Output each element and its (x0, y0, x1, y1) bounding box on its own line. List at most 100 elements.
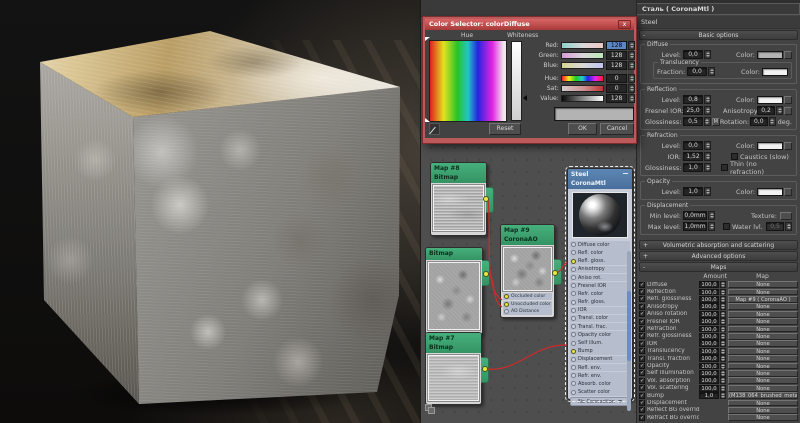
spinner-up-icon[interactable] (721, 312, 725, 314)
channel-gradient-bar[interactable] (561, 42, 605, 49)
map-enable-checkbox[interactable] (639, 370, 645, 376)
input-socket[interactable] (571, 349, 576, 354)
refraction-level-field[interactable]: 0,0 (683, 141, 703, 150)
steel-slot-refl-gloss-[interactable]: Refl. gloss. (570, 257, 630, 265)
spinner-up-icon[interactable] (630, 76, 634, 78)
input-socket[interactable] (571, 381, 576, 386)
node-steel-coronamtl[interactable]: Steel CoronaMtl Diffuse colorRefl. color… (567, 168, 633, 400)
steel-slot-self-illum-[interactable]: Self illum. (570, 339, 630, 347)
glossiness-field[interactable]: 0,5 (683, 117, 703, 126)
spinner-up-icon[interactable] (721, 349, 725, 351)
map-amount-field[interactable]: 100,0 (699, 377, 719, 384)
diffuse-color-swatch[interactable] (757, 51, 783, 59)
map-enable-checkbox[interactable] (639, 296, 645, 302)
channel-value-field[interactable]: 0 (606, 84, 627, 93)
map-slot-button[interactable]: None (728, 333, 798, 340)
node-bitmap2[interactable]: Bitmap (425, 247, 483, 335)
spinner-up-icon[interactable] (630, 63, 634, 65)
reset-button[interactable]: Reset (489, 123, 521, 135)
map-amount-field[interactable]: 100,0 (699, 326, 719, 333)
input-socket[interactable] (571, 267, 576, 272)
map-amount-field[interactable]: 100,0 (699, 363, 719, 370)
spinner-up-icon[interactable] (721, 290, 725, 292)
channel-spinner[interactable] (628, 84, 635, 93)
map-slot-button[interactable]: None (728, 348, 798, 355)
map-amount-spinner[interactable] (720, 296, 726, 303)
map-amount-spinner[interactable] (720, 326, 726, 333)
map-amount-spinner[interactable] (720, 377, 726, 384)
steel-slot-refr-env-[interactable]: Refr. env. (570, 372, 630, 380)
node-map7-preview[interactable] (428, 355, 479, 401)
pan-view-icon[interactable] (425, 404, 436, 414)
map-slot-button[interactable]: None (728, 326, 798, 333)
caustics-checkbox[interactable] (731, 153, 738, 160)
spinner-down-icon[interactable] (630, 89, 634, 91)
whiteness-strip[interactable] (511, 41, 522, 121)
diffuse-level-field[interactable]: 0,0 (683, 50, 703, 59)
spinner-down-icon[interactable] (721, 285, 725, 287)
rollout-basic-options[interactable]: - Basic options (639, 30, 798, 40)
steel-connection-dropdown[interactable]: No Connection (570, 397, 630, 406)
map-enable-checkbox[interactable] (639, 304, 645, 310)
map-enable-checkbox[interactable] (639, 407, 645, 413)
map-enable-checkbox[interactable] (639, 333, 645, 339)
spinner-up-icon[interactable] (630, 53, 634, 55)
map-enable-checkbox[interactable] (639, 356, 645, 362)
opacity-color-map-button[interactable] (784, 188, 792, 196)
map-enable-checkbox[interactable] (639, 400, 645, 406)
rollout-collapse-icon[interactable]: - (643, 31, 645, 40)
input-socket[interactable] (571, 300, 576, 305)
channel-spinner[interactable] (628, 74, 635, 83)
map-enable-checkbox[interactable] (639, 348, 645, 354)
steel-slot-bump[interactable]: Bump (570, 347, 630, 355)
spinner-up-icon[interactable] (721, 319, 725, 321)
map-amount-spinner[interactable] (720, 281, 726, 288)
diffuse-color-map-button[interactable] (784, 51, 792, 59)
map-slot-button[interactable]: None (728, 370, 798, 377)
spinner-down-icon[interactable] (721, 307, 725, 309)
input-socket[interactable] (571, 316, 576, 321)
map-slot-button[interactable]: None (728, 289, 798, 296)
map-enable-checkbox[interactable] (639, 282, 645, 288)
reflection-color-map-button[interactable] (784, 96, 792, 104)
map-enable-checkbox[interactable] (639, 319, 645, 325)
map-enable-checkbox[interactable] (639, 363, 645, 369)
node-map9-header[interactable]: Map #9 CoronaAO (501, 225, 554, 245)
node-steel-header[interactable]: Steel CoronaMtl (568, 169, 632, 189)
spinner-up-icon[interactable] (721, 327, 725, 329)
spinner-up-icon[interactable] (630, 86, 634, 88)
map-slot-button[interactable]: None (728, 400, 798, 407)
node-map7-header[interactable]: Map #7 Bitmap (426, 333, 481, 353)
input-socket[interactable] (571, 250, 576, 255)
spinner-down-icon[interactable] (721, 381, 725, 383)
reflection-level-field[interactable]: 0,8 (683, 95, 703, 104)
channel-spinner[interactable] (628, 61, 635, 70)
anisotropy-spinner[interactable] (776, 106, 783, 115)
thin-checkbox[interactable] (721, 164, 728, 171)
map-amount-spinner[interactable] (720, 333, 726, 340)
spinner-up-icon[interactable] (721, 297, 725, 299)
map-slot-button[interactable]: None (728, 281, 798, 288)
steel-slot-scatter-color[interactable]: Scatter color (570, 388, 630, 396)
water-level-checkbox[interactable] (723, 223, 730, 230)
channel-gradient-bar[interactable] (561, 85, 605, 92)
cancel-button[interactable]: Cancel (600, 123, 634, 135)
steel-slot-displacement[interactable]: Displacement (570, 356, 630, 364)
map-enable-checkbox[interactable] (639, 289, 645, 295)
ao-slot-occluded-color[interactable]: Occluded color (503, 293, 552, 300)
node-scrollbar-thumb[interactable] (627, 291, 631, 361)
map-amount-spinner[interactable] (720, 370, 726, 377)
map-amount-spinner[interactable] (720, 363, 726, 370)
channel-gradient-bar[interactable] (561, 75, 605, 82)
map-amount-field[interactable]: 100,0 (699, 385, 719, 392)
node-bitmap2-preview[interactable] (428, 262, 480, 330)
spinner-down-icon[interactable] (630, 79, 634, 81)
node-map9-coronaao[interactable]: Map #9 CoronaAO Occluded colorUnoccluded… (500, 224, 555, 318)
translucency-fraction-spinner[interactable] (708, 67, 715, 76)
spinner-up-icon[interactable] (721, 378, 725, 380)
input-socket[interactable] (504, 309, 509, 314)
channel-spinner[interactable] (628, 41, 635, 50)
translucency-fraction-field[interactable]: 0,0 (687, 67, 707, 76)
node-bitmap2-output-socket[interactable] (483, 271, 489, 277)
hue-saturation-box[interactable] (429, 40, 507, 122)
